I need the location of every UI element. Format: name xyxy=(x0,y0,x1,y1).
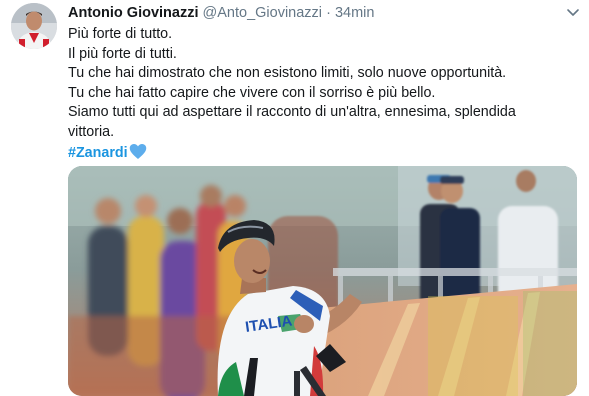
chevron-down-icon xyxy=(567,9,579,16)
tweet[interactable]: Antonio Giovinazzi @Anto_Giovinazzi · 34… xyxy=(0,0,589,396)
tweet-menu-button[interactable] xyxy=(563,2,583,22)
tweet-header: Antonio Giovinazzi @Anto_Giovinazzi · 34… xyxy=(68,3,374,23)
author-name[interactable]: Antonio Giovinazzi xyxy=(68,5,199,21)
tweet-media-photo[interactable]: ITALIA xyxy=(68,166,577,396)
author-handle[interactable]: @Anto_Giovinazzi xyxy=(203,5,323,21)
tweet-text-line: vittoria. xyxy=(68,123,115,140)
tweet-text-line: Più forte di tutto. xyxy=(68,26,173,42)
separator-dot: · xyxy=(326,5,331,21)
avatar[interactable] xyxy=(11,3,57,49)
tweet-text: Più forte di tutto. Il più forte di tutt… xyxy=(68,25,568,166)
hashtag-line: #Zanardi xyxy=(68,143,568,167)
tweet-text-line: Tu che hai fatto capire che vivere con i… xyxy=(68,84,436,101)
tweet-text-line: Tu che hai dimostrato che non esistono l… xyxy=(68,65,507,82)
photo-zanardi-handbike: ITALIA xyxy=(68,166,577,396)
hashtag-link[interactable]: #Zanardi xyxy=(68,145,128,161)
tweet-text-line: Siamo tutti qui ad aspettare il racconto… xyxy=(68,104,516,121)
avatar-image xyxy=(11,3,57,49)
tweet-text-line: Il più forte di tutti. xyxy=(68,45,177,62)
blue-heart-icon xyxy=(129,143,147,167)
tweet-timestamp[interactable]: 34min xyxy=(335,5,375,21)
